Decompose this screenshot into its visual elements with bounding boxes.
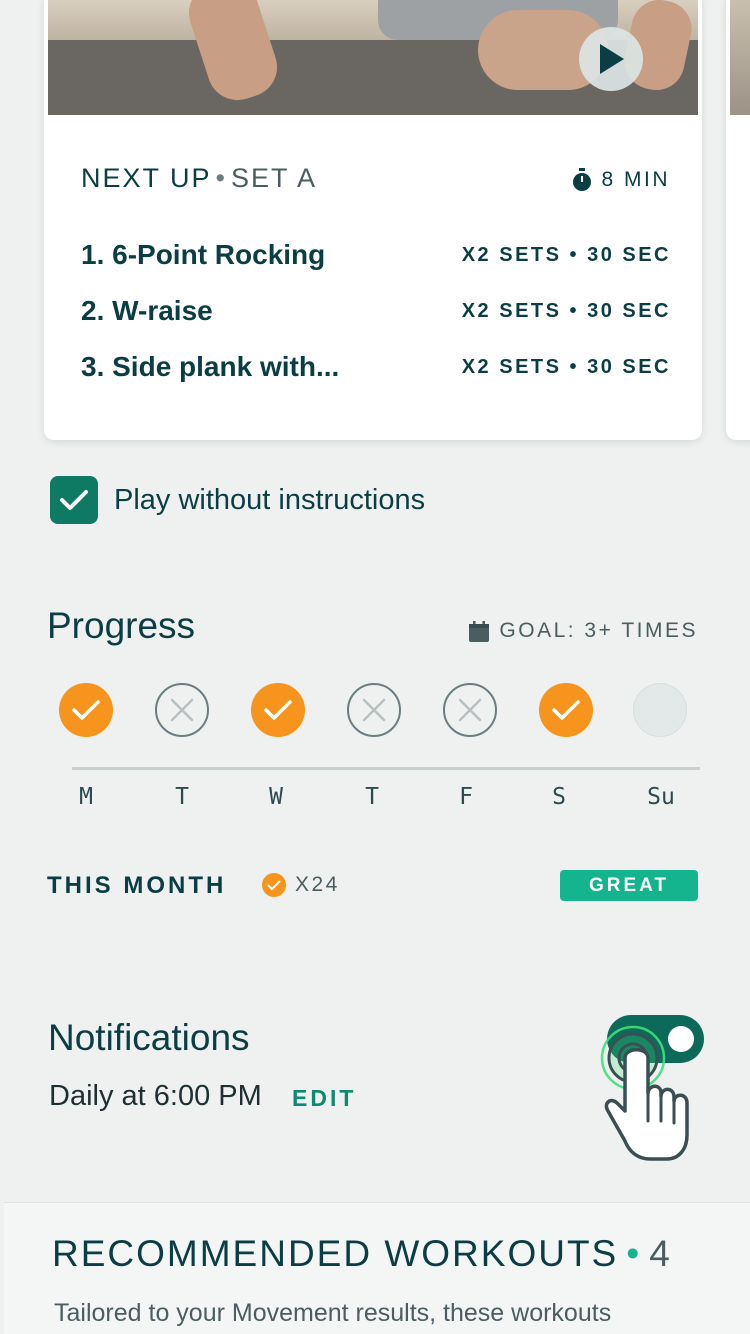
exercise-meta: X2 SETS • 30 SEC xyxy=(461,243,671,266)
day-status-sunday xyxy=(633,683,687,737)
checkmark-icon xyxy=(552,700,580,720)
day-status-thursday xyxy=(347,683,401,737)
next-up-label: NEXT UP xyxy=(81,163,212,193)
calendar-icon xyxy=(469,620,490,642)
day-label: F xyxy=(459,784,473,810)
exercise-name: 1. 6-Point Rocking xyxy=(81,239,326,270)
goal-text: GOAL: 3+ TIMES xyxy=(499,619,698,642)
recommended-count: 4 xyxy=(649,1233,672,1274)
status-badge: GREAT xyxy=(560,870,698,901)
day-label: T xyxy=(365,784,379,810)
recommended-description: Tailored to your Movement results, these… xyxy=(54,1299,612,1327)
notifications-title: Notifications xyxy=(48,1017,250,1058)
day-status-monday xyxy=(59,683,113,737)
exercise-name: 2. W-raise xyxy=(81,295,213,326)
play-icon xyxy=(600,44,624,74)
play-button[interactable] xyxy=(579,27,643,91)
day-status-tuesday xyxy=(155,683,209,737)
this-month-label: THIS MONTH xyxy=(47,872,227,899)
next-up-header: NEXT UP • SET A xyxy=(81,163,317,194)
play-without-instructions-checkbox[interactable] xyxy=(50,476,98,524)
edit-notification-button[interactable]: EDIT xyxy=(292,1085,356,1112)
day-label: S xyxy=(552,784,566,810)
recommended-workouts-section: RECOMMENDED WORKOUTS • 4 Tailored to your … xyxy=(4,1202,750,1334)
duration: 8 MIN xyxy=(571,168,670,192)
tap-hand-icon xyxy=(600,1025,689,1161)
play-without-instructions-row[interactable]: Play without instructions xyxy=(50,476,425,524)
x-icon xyxy=(458,698,482,722)
separator-dot: • xyxy=(626,1233,642,1274)
exercise-meta: X2 SETS • 30 SEC xyxy=(461,355,671,378)
workout-video-thumbnail[interactable] xyxy=(48,0,698,115)
month-count-text: X24 xyxy=(295,873,340,896)
exercise-name: 3. Side plank with... xyxy=(81,351,340,382)
day-label: Su xyxy=(647,784,675,810)
progress-timeline xyxy=(72,767,700,770)
day-label: M xyxy=(79,784,93,810)
day-label: T xyxy=(175,784,189,810)
progress-title: Progress xyxy=(47,605,196,646)
stopwatch-icon xyxy=(573,168,592,191)
duration-text: 8 MIN xyxy=(601,168,670,191)
exercise-meta: X2 SETS • 30 SEC xyxy=(461,299,671,322)
day-label: W xyxy=(269,784,283,810)
next-workout-card-peek[interactable] xyxy=(726,0,750,440)
day-status-wednesday xyxy=(251,683,305,737)
exercise-row[interactable]: 2. W-raise X2 SETS • 30 SEC xyxy=(81,293,671,329)
x-icon xyxy=(170,698,194,722)
play-without-instructions-label: Play without instructions xyxy=(114,483,426,516)
separator-dot: • xyxy=(215,163,227,193)
checkmark-icon xyxy=(264,700,292,720)
exercise-row[interactable]: 3. Side plank with... X2 SETS • 30 SEC xyxy=(81,349,671,385)
notification-time: Daily at 6:00 PM xyxy=(49,1080,262,1112)
day-status-friday xyxy=(443,683,497,737)
recommended-title: RECOMMENDED WORKOUTS • 4 xyxy=(52,1233,672,1275)
checkmark-icon xyxy=(72,700,100,720)
exercise-row[interactable]: 1. 6-Point Rocking X2 SETS • 30 SEC xyxy=(81,237,671,273)
workout-card[interactable]: NEXT UP • SET A 8 MIN 1. 6-Point Rocking X… xyxy=(44,0,702,440)
goal-indicator: GOAL: 3+ TIMES xyxy=(469,619,698,643)
x-icon xyxy=(362,698,386,722)
checkmark-icon xyxy=(60,490,88,510)
set-label: SET A xyxy=(230,163,318,193)
check-badge-icon xyxy=(262,873,286,897)
recommended-title-text: RECOMMENDED WORKOUTS xyxy=(52,1233,619,1274)
month-count: X24 xyxy=(262,873,340,897)
day-status-saturday xyxy=(539,683,593,737)
